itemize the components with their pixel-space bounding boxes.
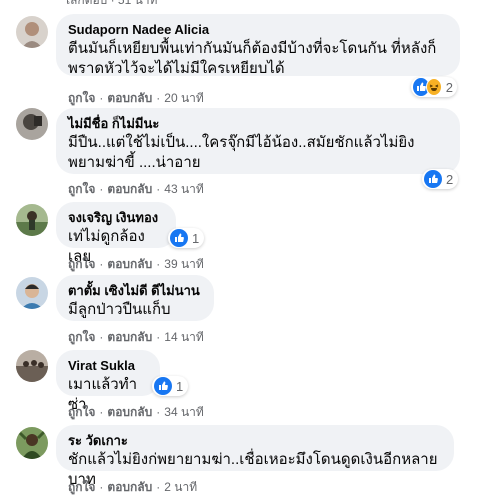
like-link[interactable]: ถูกใจ: [68, 405, 95, 419]
comment-time[interactable]: 34 นาที: [164, 405, 204, 419]
reply-link[interactable]: ตอบกลับ: [107, 480, 152, 494]
comment-text: มีลูกป่าวปืนแก็บ: [68, 301, 171, 318]
reply-link[interactable]: ตอบกลับ: [107, 330, 152, 344]
avatar[interactable]: [16, 108, 48, 140]
avatar[interactable]: [16, 427, 48, 459]
reply-link[interactable]: ตอบกลับ: [107, 405, 152, 419]
comment-bubble: ไม่มีชื่อ ก็ไม่มีนะ มีปืน..แต่ใช้ไม่เป็น…: [56, 108, 460, 174]
avatar[interactable]: [16, 16, 48, 48]
comment-text: มีปืน..แต่ใช้ไม่เป็น....ใครจุ๊กมีไอ้น้อง…: [68, 134, 415, 171]
comment-bubble: จงเจริญ เงินทอง เท่ไม่ดูกล้องเลย: [56, 202, 176, 265]
comment-text: ตีนมันก็เหยียบพื้นเท่ากันมันก็ต้องมีบ้าง…: [68, 40, 437, 77]
reply-link[interactable]: ตอบกลับ: [107, 257, 152, 271]
like-link[interactable]: ถูกใจ: [68, 480, 95, 494]
like-icon: [424, 170, 442, 188]
reaction-summary[interactable]: 1: [152, 376, 188, 396]
like-icon: [170, 229, 188, 247]
comment-author[interactable]: Virat Sukla: [68, 358, 148, 374]
comment-actions: ถูกใจ · ตอบกลับ · 2 นาที: [68, 480, 198, 494]
reaction-summary[interactable]: 2: [422, 169, 458, 189]
comment-actions: ถูกใจ · ตอบกลับ · 39 นาที: [68, 257, 204, 271]
comment-time[interactable]: 14 นาที: [164, 330, 204, 344]
comment-bubble: ระ วัดเกาะ ชักแล้วไม่ยิงก่พยายามฆ่า..เชื…: [56, 425, 454, 488]
avatar[interactable]: [16, 277, 48, 309]
comment-author[interactable]: ไม่มีชื่อ ก็ไม่มีนะ: [68, 116, 448, 132]
comment-time[interactable]: 2 นาที: [164, 480, 197, 494]
reply-link[interactable]: ตอบกลับ: [107, 91, 152, 105]
avatar[interactable]: [16, 204, 48, 236]
comment-author[interactable]: Sudaporn Nadee Alicia: [68, 22, 448, 38]
comment-bubble: ตาตั้ม เซิงไม่ดี ดีไม่นาน มีลูกป่าวปืนแก…: [56, 275, 214, 321]
comment-bubble: Sudaporn Nadee Alicia ตีนมันก็เหยียบพื้น…: [56, 14, 460, 77]
like-link[interactable]: ถูกใจ: [68, 91, 95, 105]
reaction-summary[interactable]: 1: [168, 228, 204, 248]
reaction-count: 1: [176, 378, 184, 394]
reaction-count: 1: [192, 230, 200, 246]
comment-time[interactable]: 43 นาที: [164, 182, 204, 196]
like-link[interactable]: ถูกใจ: [68, 257, 95, 271]
like-link[interactable]: ถูกใจ: [68, 330, 95, 344]
comment-time[interactable]: 39 นาที: [164, 257, 204, 271]
comment-actions: ถูกใจ · ตอบกลับ · 14 นาที: [68, 330, 204, 344]
haha-icon: [425, 78, 442, 96]
reaction-summary[interactable]: 2: [411, 77, 457, 97]
comment-actions: ถูกใจ · ตอบกลับ · 34 นาที: [68, 405, 204, 419]
comment-author[interactable]: ระ วัดเกาะ: [68, 433, 442, 449]
comment-actions: ถูกใจ · ตอบกลับ · 43 นาที: [68, 182, 204, 196]
like-icon: [154, 377, 172, 395]
avatar[interactable]: [16, 350, 48, 382]
previous-comment-actions: ไลก์ตอบ · 51 นาที: [64, 0, 158, 7]
comment-author[interactable]: ตาตั้ม เซิงไม่ดี ดีไม่นาน: [68, 283, 202, 299]
reaction-count: 2: [445, 79, 453, 95]
reaction-count: 2: [446, 171, 454, 187]
comment-author[interactable]: จงเจริญ เงินทอง: [68, 210, 164, 226]
comment-actions: ถูกใจ · ตอบกลับ · 20 นาที: [68, 91, 204, 105]
comment-time[interactable]: 20 นาที: [164, 91, 204, 105]
comment-bubble: Virat Sukla เมาแล้วทำซ่า: [56, 350, 160, 413]
like-link[interactable]: ถูกใจ: [68, 182, 95, 196]
reply-link[interactable]: ตอบกลับ: [107, 182, 152, 196]
